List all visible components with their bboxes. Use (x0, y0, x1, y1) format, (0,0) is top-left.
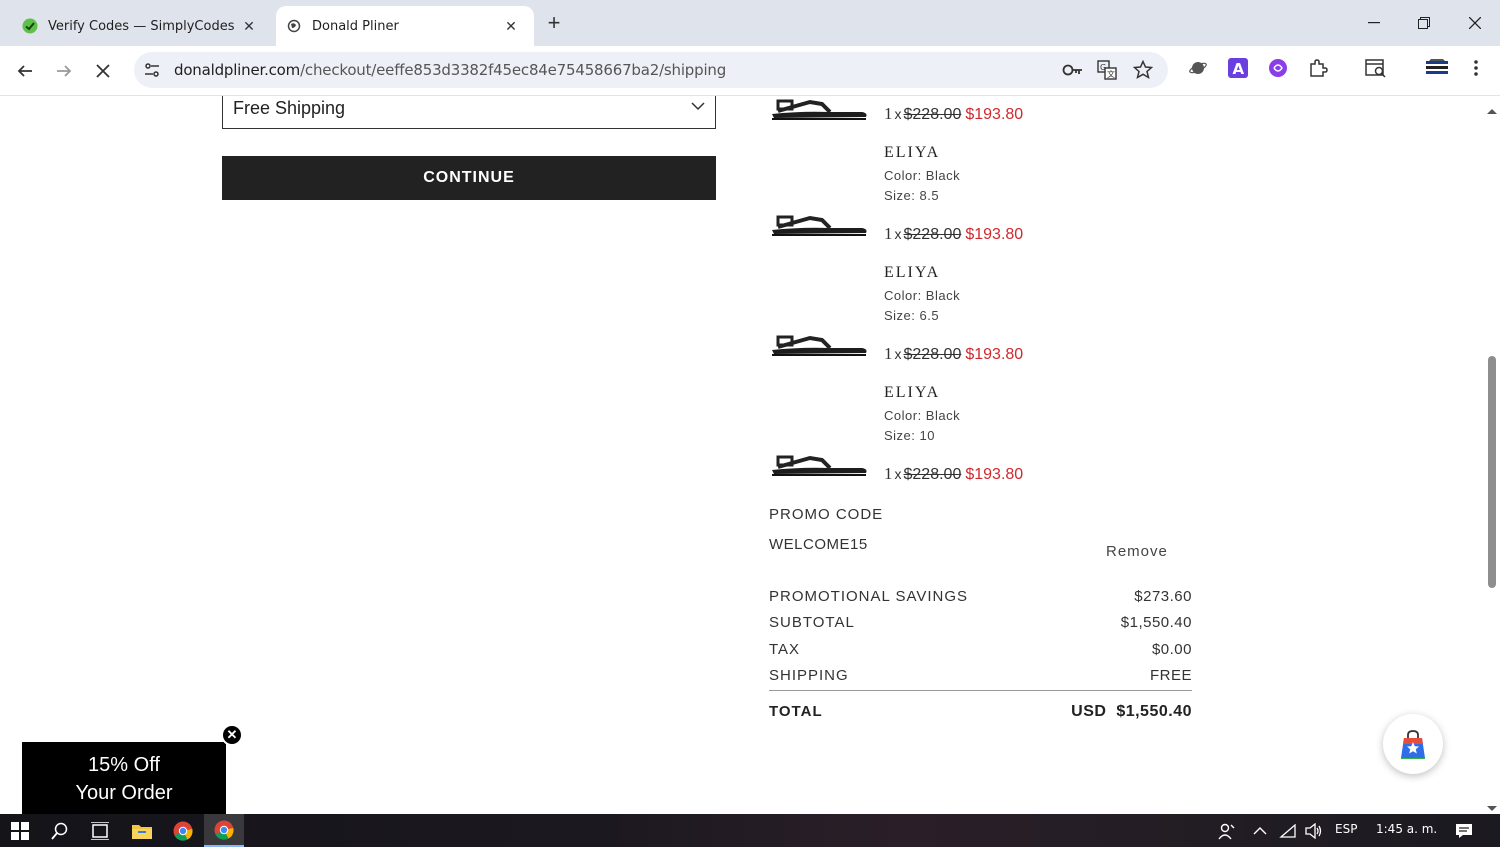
password-key-icon[interactable] (1062, 62, 1084, 83)
order-item: ELIYA Color: Black Size: 10 1 x $228.00 $19… (770, 384, 1200, 504)
stop-loading-icon[interactable] (90, 58, 116, 84)
windows-taskbar: ESP 1:45 a. m. (0, 814, 1500, 847)
order-item: ELIYA Color: Black Size: 8.5 1 x $228.00 $1… (770, 144, 1200, 264)
tab-strip: Verify Codes — SimplyCodes ✕ Donald Plin… (0, 0, 1500, 46)
browser-toolbar: donaldpliner.com/checkout/eeffe853d3382f… (0, 46, 1500, 96)
shipping-value: FREE (1149, 667, 1192, 684)
sale-price: $193.80 (965, 226, 1024, 243)
item-name: ELIYA (884, 264, 941, 281)
windows-start-icon[interactable] (0, 814, 40, 847)
bookmark-star-icon[interactable] (1132, 59, 1154, 85)
sale-price: $193.80 (965, 346, 1024, 363)
chrome-icon[interactable] (163, 814, 203, 847)
sale-price: $193.80 (965, 106, 1024, 123)
shipping-label: SHIPPING (769, 667, 849, 684)
item-price-line: 1 x $228.00 $193.80 (884, 344, 1024, 363)
chevron-down-icon (691, 99, 705, 113)
minimize-icon[interactable] (1359, 10, 1389, 36)
close-popup-icon[interactable]: ✕ (221, 724, 243, 746)
original-price: $228.00 (903, 226, 962, 243)
tax-value: $0.00 (1151, 641, 1192, 658)
item-size: Size: 10 (884, 428, 935, 443)
scroll-down-arrow-icon[interactable] (1486, 800, 1498, 811)
savings-label: PROMOTIONAL SAVINGS (769, 588, 969, 605)
item-color: Color: Black (884, 168, 961, 183)
svg-text:A: A (1233, 60, 1245, 78)
subtotal-value: $1,550.40 (1120, 614, 1192, 631)
subtotal-label: SUBTOTAL (769, 614, 855, 631)
item-name: ELIYA (884, 384, 941, 401)
close-window-icon[interactable] (1460, 10, 1490, 36)
discount-popup[interactable]: 15% Off Your Order (22, 742, 226, 814)
summary-divider (769, 690, 1192, 691)
item-price-line: 1 x $228.00 $193.80 (884, 104, 1024, 123)
sandal-product-image (770, 328, 870, 358)
popup-line-1: 15% Off (88, 754, 160, 776)
extension-purple-circle-icon[interactable] (1266, 56, 1290, 80)
scroll-up-arrow-icon[interactable] (1486, 102, 1498, 114)
item-price-line: 1 x $228.00 $193.80 (884, 224, 1024, 243)
sandal-product-image (770, 96, 870, 122)
volume-icon[interactable] (1294, 814, 1334, 847)
total-value: USD $1,550.40 (1071, 703, 1192, 720)
shipping-method-select[interactable]: Free Shipping (222, 96, 716, 129)
item-price-line: 1 x $228.00 $193.80 (884, 464, 1024, 483)
site-info-icon[interactable] (143, 61, 161, 84)
tax-label: TAX (769, 641, 801, 658)
order-item: ELIYA Color: Black Size: 6.5 1 x $228.00 $1… (770, 264, 1200, 384)
tab-title: Verify Codes — SimplyCodes (48, 18, 235, 34)
original-price: $228.00 (903, 466, 962, 483)
item-color: Color: Black (884, 288, 961, 303)
translate-icon[interactable]: G文 (1097, 60, 1117, 85)
file-explorer-icon[interactable] (122, 814, 162, 847)
back-arrow-icon[interactable] (12, 58, 38, 84)
original-price: $228.00 (903, 106, 962, 123)
extensions-puzzle-icon[interactable] (1306, 56, 1330, 80)
tab-donald-pliner[interactable]: Donald Pliner ✕ (276, 6, 534, 46)
extension-a-icon[interactable]: A (1226, 56, 1250, 80)
popup-line-2: Your Order (75, 782, 173, 804)
item-size: Size: 8.5 (884, 188, 940, 203)
svg-text:文: 文 (1107, 69, 1115, 79)
task-view-icon[interactable] (80, 814, 120, 847)
close-tab-icon[interactable]: ✕ (502, 17, 520, 35)
notifications-icon[interactable] (1444, 814, 1484, 847)
continue-button[interactable]: CONTINUE (222, 156, 716, 200)
sandal-product-image (770, 208, 870, 238)
promo-code-value: WELCOME15 (769, 536, 868, 553)
promo-code-label: PROMO CODE (769, 506, 884, 523)
url-text: donaldpliner.com/checkout/eeffe853d3382f… (174, 61, 727, 79)
forward-arrow-icon[interactable] (51, 58, 77, 84)
checkout-page: Free Shipping CONTINUE 1 x $228.00 $193.80 … (0, 96, 1500, 814)
original-price: $228.00 (903, 346, 962, 363)
tab-title: Donald Pliner (312, 18, 399, 34)
address-bar[interactable]: donaldpliner.com/checkout/eeffe853d3382f… (134, 52, 1168, 88)
new-tab-icon[interactable]: + (543, 12, 565, 34)
tab-simplycodes[interactable]: Verify Codes — SimplyCodes ✕ (0, 6, 272, 46)
loading-globe-icon (286, 18, 302, 34)
item-color: Color: Black (884, 408, 961, 423)
sale-price: $193.80 (965, 466, 1024, 483)
browser-menu-icon[interactable] (1464, 56, 1488, 80)
chrome-active-icon[interactable] (204, 814, 244, 847)
remove-promo-link[interactable]: Remove (1106, 543, 1168, 560)
restore-icon[interactable] (1409, 10, 1439, 36)
item-size: Size: 6.5 (884, 308, 940, 323)
extension-planet-icon[interactable] (1186, 56, 1210, 80)
clock[interactable]: 1:45 a. m. (1376, 822, 1437, 836)
shipping-method-value: Free Shipping (233, 98, 346, 118)
scrollbar-thumb[interactable] (1488, 356, 1496, 588)
total-label: TOTAL (769, 703, 823, 720)
close-tab-icon[interactable]: ✕ (240, 17, 258, 35)
item-name: ELIYA (884, 144, 941, 161)
shopping-bag-star-icon[interactable] (1383, 714, 1443, 774)
profile-avatar-icon[interactable] (1424, 56, 1450, 80)
tab-search-icon[interactable] (1364, 56, 1388, 80)
svg-text:G: G (1100, 63, 1106, 72)
sandal-product-image (770, 448, 870, 478)
simplycodes-icon (22, 18, 38, 34)
language-indicator[interactable]: ESP (1335, 822, 1357, 836)
search-icon[interactable] (40, 814, 80, 847)
savings-value: $273.60 (1134, 588, 1192, 605)
